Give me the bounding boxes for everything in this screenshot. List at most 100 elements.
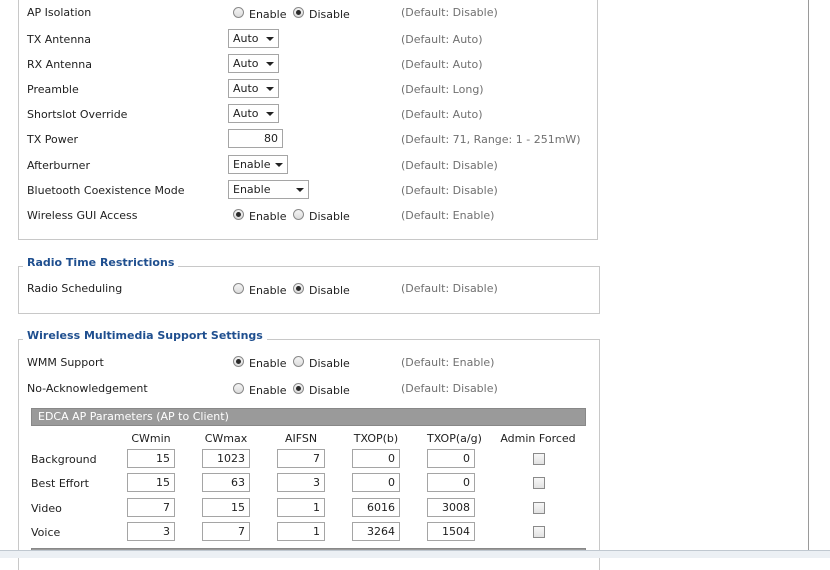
voice-cwmax-input[interactable]: 7: [202, 522, 250, 541]
noack-disable-radio[interactable]: [293, 383, 304, 394]
section-frame-bottom: [18, 239, 598, 240]
shortslot-value: Auto: [233, 107, 259, 120]
background-cwmin-input[interactable]: 15: [127, 449, 175, 468]
gui-access-hint: (Default: Enable): [401, 209, 495, 222]
chevron-down-icon: [296, 188, 304, 192]
tx-antenna-hint: (Default: Auto): [401, 33, 483, 46]
best-effort-txop-ag-input[interactable]: 0: [427, 473, 475, 492]
chevron-down-icon: [266, 87, 274, 91]
background-txop-ag-input[interactable]: 0: [427, 449, 475, 468]
gui-access-disable-label: Disable: [309, 210, 350, 223]
wmm-support-hint: (Default: Enable): [401, 356, 495, 369]
wmm-support-disable-radio[interactable]: [293, 356, 304, 367]
preamble-hint: (Default: Long): [401, 83, 484, 96]
chevron-down-icon: [266, 112, 274, 116]
chevron-down-icon: [266, 37, 274, 41]
rx-antenna-label: RX Antenna: [27, 58, 92, 71]
best-effort-admin-forced-checkbox[interactable]: [533, 477, 545, 489]
row-label-best-effort: Best Effort: [31, 477, 89, 490]
video-txop-b-input[interactable]: 6016: [352, 498, 400, 517]
voice-txop-b-input[interactable]: 3264: [352, 522, 400, 541]
chevron-down-icon: [266, 62, 274, 66]
voice-cwmin-input[interactable]: 3: [127, 522, 175, 541]
radio-scheduling-enable-label: Enable: [249, 284, 287, 297]
chevron-down-icon: [275, 163, 283, 167]
video-aifsn-input[interactable]: 1: [277, 498, 325, 517]
column-header-cwmin: CWmin: [131, 432, 171, 445]
best-effort-aifsn-input[interactable]: 3: [277, 473, 325, 492]
afterburner-value: Enable: [233, 158, 271, 171]
rx-antenna-hint: (Default: Auto): [401, 58, 483, 71]
background-aifsn-input[interactable]: 7: [277, 449, 325, 468]
wmm-support-enable-label: Enable: [249, 357, 287, 370]
column-header-txop-b: TXOP(b): [353, 432, 399, 445]
afterburner-select[interactable]: Enable: [228, 155, 288, 174]
noack-enable-label: Enable: [249, 384, 287, 397]
page-edge: [808, 0, 809, 550]
section-frame-right: [597, 0, 598, 239]
shortslot-label: Shortslot Override: [27, 108, 128, 121]
column-header-admin-forced: Admin Forced: [500, 432, 576, 445]
tx-power-label: TX Power: [27, 133, 79, 146]
best-effort-cwmin-input[interactable]: 15: [127, 473, 175, 492]
radio-scheduling-enable-radio[interactable]: [233, 283, 244, 294]
wmm-support-enable-radio[interactable]: [233, 356, 244, 367]
voice-admin-forced-checkbox[interactable]: [533, 526, 545, 538]
bluetooth-select[interactable]: Enable: [228, 180, 309, 199]
row-label-video: Video: [31, 502, 62, 515]
bluetooth-label: Bluetooth Coexistence Mode: [27, 184, 185, 197]
row-label-voice: Voice: [31, 526, 61, 539]
column-header-aifsn: AIFSN: [284, 432, 318, 445]
radio-scheduling-disable-radio[interactable]: [293, 283, 304, 294]
shortslot-hint: (Default: Auto): [401, 108, 483, 121]
tx-antenna-label: TX Antenna: [27, 33, 92, 46]
ap-isolation-enable-radio[interactable]: [233, 7, 244, 18]
ap-isolation-hint: (Default: Disable): [401, 6, 498, 19]
edca-title: EDCA AP Parameters (AP to Client): [38, 410, 229, 423]
gui-access-enable-label: Enable: [249, 210, 287, 223]
wmm-support-disable-label: Disable: [309, 357, 350, 370]
afterburner-label: Afterburner: [27, 159, 90, 172]
voice-aifsn-input[interactable]: 1: [277, 522, 325, 541]
background-txop-b-input[interactable]: 0: [352, 449, 400, 468]
background-cwmax-input[interactable]: 1023: [202, 449, 250, 468]
wmm-support-label: WMM Support: [27, 356, 104, 369]
wmm-legend: Wireless Multimedia Support Settings: [23, 329, 267, 342]
tx-antenna-value: Auto: [233, 32, 259, 45]
radio-scheduling-hint: (Default: Disable): [401, 282, 498, 295]
noack-enable-radio[interactable]: [233, 383, 244, 394]
tx-power-hint: (Default: 71, Range: 1 - 251mW): [401, 133, 581, 146]
preamble-value: Auto: [233, 82, 259, 95]
tx-antenna-select[interactable]: Auto: [228, 29, 279, 48]
gui-access-disable-radio[interactable]: [293, 209, 304, 220]
video-cwmin-input[interactable]: 7: [127, 498, 175, 517]
column-header-txop-ag: TXOP(a/g): [427, 432, 482, 445]
best-effort-cwmax-input[interactable]: 63: [202, 473, 250, 492]
preamble-select[interactable]: Auto: [228, 79, 279, 98]
ap-isolation-enable-label: Enable: [249, 8, 287, 21]
shortslot-select[interactable]: Auto: [228, 104, 279, 123]
bluetooth-value: Enable: [233, 183, 271, 196]
radio-scheduling-disable-label: Disable: [309, 284, 350, 297]
rx-antenna-select[interactable]: Auto: [228, 54, 279, 73]
background-admin-forced-checkbox[interactable]: [533, 453, 545, 465]
bluetooth-hint: (Default: Disable): [401, 184, 498, 197]
ap-isolation-disable-label: Disable: [309, 8, 350, 21]
preamble-label: Preamble: [27, 83, 79, 96]
edca-header-bar: EDCA AP Parameters (AP to Client): [31, 408, 586, 426]
afterburner-hint: (Default: Disable): [401, 159, 498, 172]
noack-label: No-Acknowledgement: [27, 382, 148, 395]
section-frame-left: [18, 0, 19, 239]
ap-isolation-label: AP Isolation: [27, 6, 92, 19]
gui-access-enable-radio[interactable]: [233, 209, 244, 220]
column-header-cwmax: CWmax: [204, 432, 248, 445]
video-cwmax-input[interactable]: 15: [202, 498, 250, 517]
ap-isolation-disable-radio[interactable]: [293, 7, 304, 18]
video-admin-forced-checkbox[interactable]: [533, 502, 545, 514]
best-effort-txop-b-input[interactable]: 0: [352, 473, 400, 492]
gui-access-label: Wireless GUI Access: [27, 209, 138, 222]
tx-power-input[interactable]: 80: [228, 129, 283, 148]
video-txop-ag-input[interactable]: 3008: [427, 498, 475, 517]
voice-txop-ag-input[interactable]: 1504: [427, 522, 475, 541]
noack-hint: (Default: Disable): [401, 382, 498, 395]
